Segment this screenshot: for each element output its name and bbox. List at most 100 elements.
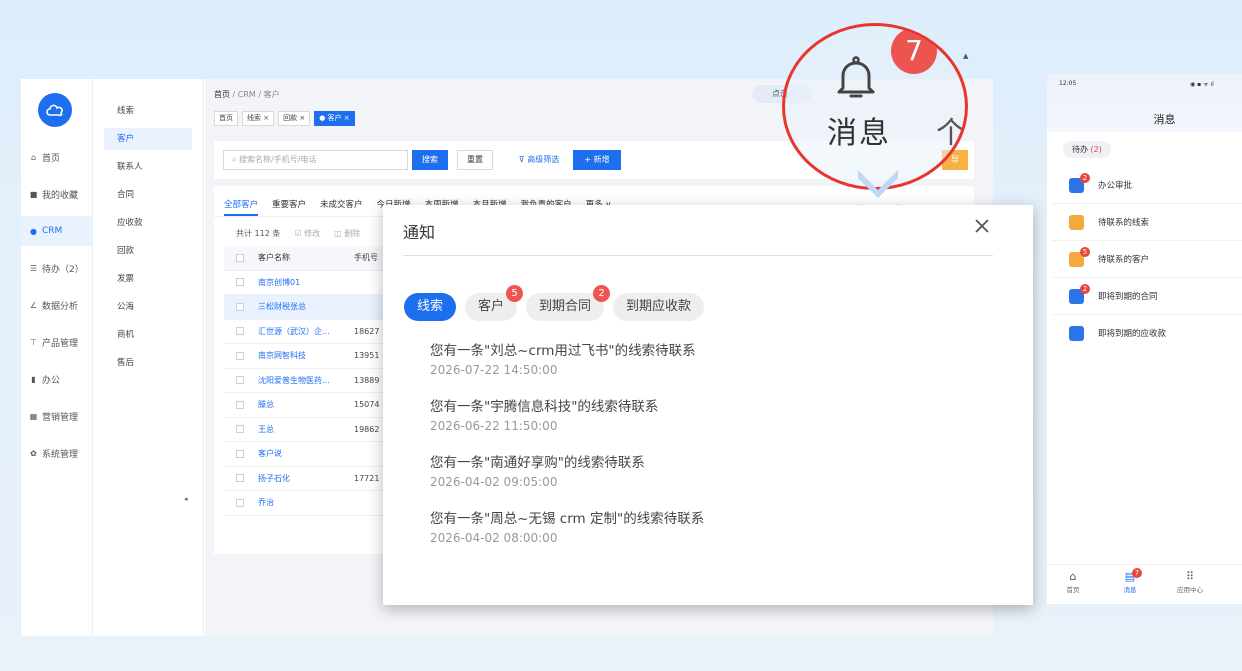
notification-message[interactable]: 您有一条"宇腾信息科技"的线索待联系 — [430, 395, 658, 415]
nav-item-system[interactable]: ✿ 系统管理 — [21, 438, 93, 468]
advanced-filter-button[interactable]: ⊽ 高级筛选 — [509, 150, 569, 170]
table-row[interactable]: 扬子石化 17721 — [224, 467, 384, 491]
row-checkbox[interactable] — [236, 278, 244, 287]
customer-name[interactable]: 滕总 — [258, 399, 354, 410]
notification-message[interactable]: 您有一条"南通好享购"的线索待联系 — [430, 451, 645, 471]
tab-payments[interactable]: 回款 × — [278, 111, 311, 126]
tab-label: 到期应收款 — [626, 299, 692, 314]
subnav-item-pool[interactable]: 公海 — [104, 296, 192, 318]
collapse-left-icon[interactable]: ◂ — [184, 495, 188, 503]
table-row[interactable]: 汇世源（武汉）企... 18627 — [224, 320, 384, 344]
customer-name[interactable]: 王总 — [258, 424, 354, 435]
tabbar-label: 消息 — [1123, 586, 1137, 594]
advanced-filter-label: 高级筛选 — [527, 155, 560, 164]
reset-button[interactable]: 重置 — [457, 150, 493, 170]
list-tab-unclosed[interactable]: 未成交客户 — [320, 198, 363, 216]
edit-button[interactable]: ☑ 修改 — [294, 228, 320, 239]
close-icon[interactable] — [973, 217, 991, 235]
nav-item-favorites[interactable]: ■ 我的收藏 — [21, 179, 93, 209]
row-checkbox[interactable] — [236, 425, 244, 434]
row-checkbox[interactable] — [236, 376, 244, 385]
subnav-item-customers[interactable]: 客户 — [104, 128, 192, 150]
message-label[interactable]: 消息 — [827, 108, 891, 152]
tab-leads[interactable]: 线索 — [404, 293, 457, 321]
customer-name[interactable]: 扬子石化 — [258, 473, 354, 484]
tab-customers[interactable]: ● 客户 × — [314, 111, 355, 126]
mobile-item-customers[interactable]: 5 待联系的客户 — [1052, 241, 1242, 278]
subnav-item-opportunities[interactable]: 商机 — [104, 324, 192, 346]
tabbar-home[interactable]: ⌂ 首页 — [1053, 571, 1093, 595]
nav-item-crm[interactable]: ● CRM — [21, 216, 93, 246]
tab-expiring-contracts[interactable]: 到期合同 2 — [526, 285, 611, 321]
mobile-title: 消息 — [1153, 113, 1176, 126]
customer-name[interactable]: 三松财税张总 — [258, 301, 354, 312]
subnav-item-aftersales[interactable]: 售后 — [104, 352, 192, 374]
mobile-item-receivables[interactable]: 即将到期的应收款 — [1052, 315, 1242, 352]
table-row[interactable]: 南京创博01 — [224, 271, 384, 295]
row-checkbox[interactable] — [236, 400, 244, 409]
table-row[interactable]: 南京网智科技 13951 — [224, 344, 384, 369]
edit-label: 修改 — [304, 229, 321, 238]
tab-leads[interactable]: 线索 × — [242, 111, 275, 126]
subnav-item-leads[interactable]: 线索 — [104, 100, 192, 122]
table-row[interactable]: 滕总 15074 — [224, 393, 384, 418]
customer-phone: 13951 — [354, 351, 380, 361]
col-header-phone: 手机号 — [354, 253, 378, 263]
nav-item-products[interactable]: ⊤ 产品管理 — [21, 327, 93, 357]
subnav-item-receivables[interactable]: 应收款 — [104, 212, 192, 234]
notification-popup: 通知 线索 客户 5 到期合同 2 到期应收款 您有一条"刘总~crm用过飞书"的线… — [383, 205, 1033, 605]
customer-name[interactable]: 乔治 — [258, 497, 354, 508]
notification-message[interactable]: 您有一条"刘总~crm用过飞书"的线索待联系 — [430, 339, 696, 359]
nav-item-marketing[interactable]: ▦ 营销管理 — [21, 401, 93, 431]
tabbar-apps[interactable]: ⠿ 应用中心 — [1170, 571, 1210, 595]
todo-pill[interactable]: 待办 (2) — [1063, 141, 1111, 158]
nav-item-office[interactable]: ▮ 办公 — [21, 364, 93, 394]
customer-name[interactable]: 沈阳爱普生物医药... — [258, 375, 354, 386]
customer-name[interactable]: 汇世源（武汉）企... — [258, 326, 354, 337]
mobile-item-approval[interactable]: 2 办公审批 — [1052, 167, 1242, 204]
users-icon: ● — [30, 226, 37, 236]
row-checkbox[interactable] — [236, 498, 244, 507]
search-input[interactable]: ⌕ 搜索名称/手机号/电话 — [223, 150, 408, 170]
tab-home[interactable]: 首页 — [214, 111, 238, 126]
subnav-item-contacts[interactable]: 联系人 — [104, 156, 192, 178]
customer-name[interactable]: 南京网智科技 — [258, 350, 354, 361]
notification-message[interactable]: 您有一条"周总~无锡 crm 定制"的线索待联系 — [430, 507, 704, 527]
row-checkbox[interactable] — [236, 327, 244, 336]
search-button[interactable]: 搜索 — [412, 150, 448, 170]
customer-name[interactable]: 南京创博01 — [258, 277, 354, 288]
nav-item-home[interactable]: ⌂ 首页 — [21, 142, 93, 172]
row-checkbox[interactable] — [236, 302, 244, 311]
table-row[interactable]: 乔治 — [224, 491, 384, 516]
scroll-up-icon[interactable]: ▲ — [963, 52, 968, 60]
breadcrumb-crm[interactable]: CRM — [238, 90, 256, 99]
list-tab-all[interactable]: 全部客户 — [224, 198, 259, 216]
nav-label: 待办（2） — [42, 264, 84, 275]
trash-icon: ◫ — [334, 229, 345, 238]
select-all-checkbox[interactable] — [236, 253, 244, 262]
tabbar-messages[interactable]: ▤ 7 消息 — [1110, 568, 1150, 594]
customer-name[interactable]: 客户说 — [258, 448, 354, 459]
table-row[interactable]: 王总 19862 — [224, 418, 384, 442]
row-checkbox[interactable] — [236, 449, 244, 458]
mobile-item-contracts[interactable]: 2 即将到期的合同 — [1052, 278, 1242, 315]
subnav-item-invoices[interactable]: 发票 — [104, 268, 192, 290]
tab-expiring-receivables[interactable]: 到期应收款 — [613, 293, 705, 321]
table-row[interactable]: 三松财税张总 — [224, 295, 384, 320]
delete-button[interactable]: ◫ 删除 — [334, 228, 360, 239]
nav-item-todo[interactable]: ☰ 待办（2） — [21, 253, 93, 283]
subnav-item-contracts[interactable]: 合同 — [104, 184, 192, 206]
row-checkbox[interactable] — [236, 351, 244, 360]
tab-customers[interactable]: 客户 5 — [465, 285, 524, 321]
app-logo[interactable]: 小鲸CRM — [38, 93, 72, 131]
breadcrumb-home[interactable]: 首页 — [214, 90, 230, 99]
mobile-item-leads[interactable]: 待联系的线索 — [1052, 204, 1242, 241]
table-row[interactable]: 客户说 — [224, 442, 384, 467]
nav-item-analytics[interactable]: ∠ 数据分析 — [21, 290, 93, 320]
todo-icon: ☰ — [29, 263, 38, 273]
table-row[interactable]: 沈阳爱普生物医药... 13889 — [224, 369, 384, 393]
add-button[interactable]: + 新增 — [573, 150, 621, 170]
subnav-item-payments[interactable]: 回款 — [104, 240, 192, 262]
row-checkbox[interactable] — [236, 474, 244, 483]
list-tab-important[interactable]: 重要客户 — [272, 198, 306, 216]
